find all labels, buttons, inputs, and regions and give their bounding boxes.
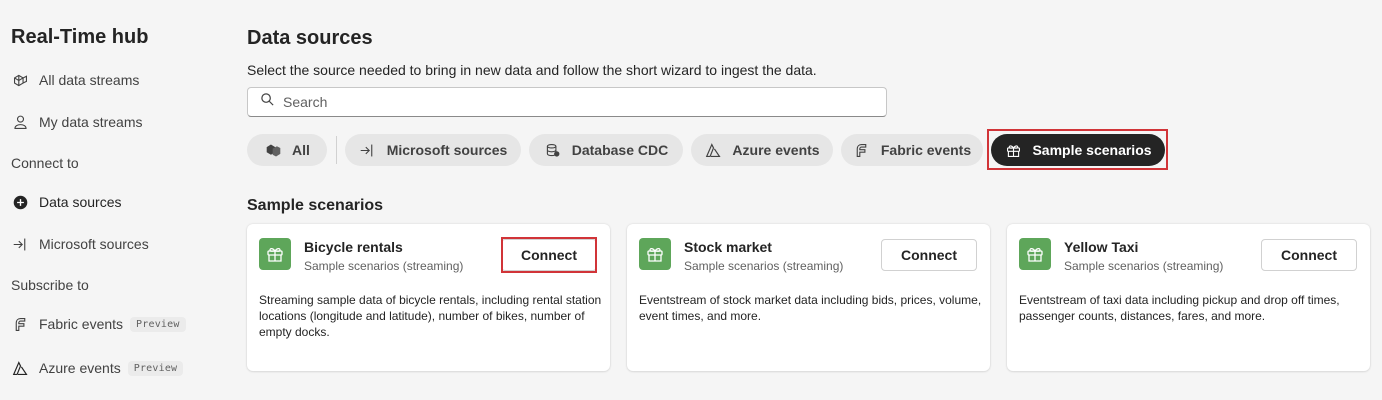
arrow-enter-icon	[11, 235, 29, 253]
sidebar: Real-Time hub All data streams My data s…	[0, 0, 228, 400]
search-box[interactable]	[247, 87, 887, 117]
filter-pill-fabric-events[interactable]: Fabric events	[841, 134, 983, 166]
filter-pill-database-cdc[interactable]: Database CDC	[529, 134, 683, 166]
sidebar-item-data-sources[interactable]: Data sources	[11, 191, 121, 213]
sidebar-item-label: My data streams	[39, 114, 143, 130]
fabric-events-icon	[853, 141, 871, 159]
card-title: Yellow Taxi	[1064, 239, 1139, 255]
scenario-card-stock-market: Stock market Sample scenarios (streaming…	[627, 224, 990, 371]
search-icon	[260, 92, 283, 112]
card-description: Streaming sample data of bicycle rentals…	[259, 293, 602, 339]
card-description: Eventstream of stock market data includi…	[639, 293, 982, 323]
azure-icon	[704, 141, 722, 159]
card-title: Stock market	[684, 239, 772, 255]
sidebar-item-azure-events[interactable]: Azure events Preview	[11, 357, 184, 379]
arrow-enter-icon	[359, 141, 377, 159]
all-cubes-icon	[264, 141, 282, 159]
card-subtitle: Sample scenarios (streaming)	[304, 259, 464, 273]
connect-to-header: Connect to	[11, 155, 79, 171]
card-subtitle: Sample scenarios (streaming)	[1064, 259, 1224, 273]
filter-pill-label: All	[292, 142, 310, 158]
page-description: Select the source needed to bring in new…	[247, 62, 817, 78]
page-title: Data sources	[247, 27, 373, 49]
person-icon	[11, 113, 29, 131]
filter-pill-label: Database CDC	[571, 142, 669, 158]
sidebar-item-all-data-streams[interactable]: All data streams	[11, 69, 139, 91]
plus-circle-icon	[11, 193, 29, 211]
preview-badge: Preview	[127, 360, 184, 376]
highlight-connect-button	[501, 237, 597, 273]
filter-pill-label: Azure events	[732, 142, 820, 158]
filter-divider	[336, 136, 337, 164]
sidebar-item-my-data-streams[interactable]: My data streams	[11, 111, 142, 133]
gift-icon	[259, 238, 291, 270]
sidebar-item-label: Fabric events	[39, 316, 124, 332]
azure-icon	[11, 359, 29, 377]
subscribe-to-header: Subscribe to	[11, 277, 89, 293]
filter-pill-label: Microsoft sources	[386, 142, 508, 158]
data-streams-icon	[11, 71, 29, 89]
card-subtitle: Sample scenarios (streaming)	[684, 259, 844, 273]
sidebar-item-fabric-events[interactable]: Fabric events Preview	[11, 313, 186, 335]
filter-pill-microsoft-sources[interactable]: Microsoft sources	[345, 134, 521, 166]
sidebar-item-label: All data streams	[39, 72, 140, 88]
preview-badge: Preview	[130, 316, 186, 332]
database-icon	[544, 141, 562, 159]
gift-icon	[639, 238, 671, 270]
card-description: Eventstream of taxi data including picku…	[1019, 293, 1340, 323]
card-title: Bicycle rentals	[304, 239, 403, 255]
sidebar-item-label: Microsoft sources	[39, 236, 149, 252]
sidebar-item-microsoft-sources[interactable]: Microsoft sources	[11, 233, 149, 255]
highlight-sample-scenarios	[987, 129, 1168, 170]
filter-pill-all[interactable]: All	[247, 134, 327, 166]
sidebar-item-label: Data sources	[39, 194, 122, 210]
filter-pill-label: Fabric events	[880, 142, 972, 158]
connect-button[interactable]: Connect	[881, 239, 977, 271]
filter-pill-azure-events[interactable]: Azure events	[691, 134, 833, 166]
section-title: Sample scenarios	[247, 197, 384, 214]
connect-button[interactable]: Connect	[1261, 239, 1357, 271]
scenario-card-yellow-taxi: Yellow Taxi Sample scenarios (streaming)…	[1007, 224, 1370, 371]
fabric-events-icon	[11, 315, 29, 333]
hub-title: Real-Time hub	[11, 26, 149, 48]
search-input[interactable]	[283, 94, 863, 110]
sidebar-item-label: Azure events	[39, 360, 121, 376]
gift-icon	[1019, 238, 1051, 270]
